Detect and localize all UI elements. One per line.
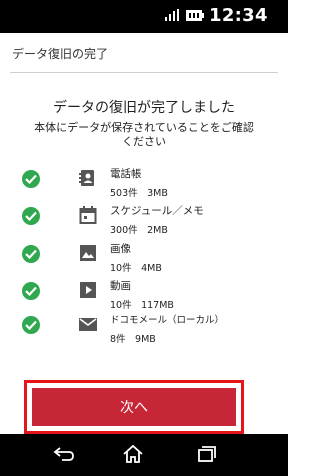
next-button[interactable]: 次へ (32, 388, 236, 426)
check-icon (22, 245, 40, 263)
page-title: データ復旧の完了 (12, 47, 109, 61)
image-icon (80, 245, 96, 261)
list-item: 画像 10件 4MB (0, 241, 288, 277)
item-count: 300件 2MB (110, 225, 168, 236)
list-item: 電話帳 503件 3MB (0, 166, 288, 202)
subtitle-line-1: 本体にデータが保存されていることをご確認 (34, 121, 254, 134)
item-name: 動画 (110, 280, 131, 292)
item-count: 10件 4MB (110, 263, 162, 274)
clock: 12:34 (209, 5, 268, 26)
item-count: 8件 9MB (110, 334, 156, 345)
completion-subtitle: 本体にデータが保存されていることをご確認 ください (0, 121, 288, 149)
check-icon (22, 207, 40, 225)
navigation-bar (0, 434, 288, 476)
mail-icon (79, 318, 97, 331)
item-count: 10件 117MB (110, 300, 174, 311)
completion-title: データの復旧が完了しました (53, 100, 235, 116)
battery-icon (186, 10, 204, 21)
video-icon (80, 282, 96, 298)
check-icon (22, 282, 40, 300)
header-divider (10, 72, 278, 73)
recent-apps-icon[interactable] (194, 444, 218, 464)
item-name: ドコモメール（ローカル） (110, 315, 225, 326)
check-icon (22, 170, 40, 188)
check-icon (22, 316, 40, 334)
status-bar: 12:34 (0, 0, 288, 33)
header: データ復旧の完了 (0, 33, 288, 73)
signal-icon (165, 9, 179, 21)
next-button-highlight: 次へ (24, 380, 244, 434)
item-name: 画像 (110, 243, 131, 255)
item-count: 503件 3MB (110, 188, 168, 199)
home-icon[interactable] (121, 444, 145, 464)
list-item: 動画 10件 117MB (0, 278, 288, 314)
subtitle-line-2: ください (122, 135, 166, 148)
contacts-icon (79, 170, 94, 186)
item-name: スケジュール／メモ (110, 205, 204, 217)
list-item: ドコモメール（ローカル） 8件 9MB (0, 312, 288, 348)
list-item: スケジュール／メモ 300件 2MB (0, 203, 288, 239)
calendar-icon (79, 206, 97, 224)
item-name: 電話帳 (110, 168, 142, 180)
back-icon[interactable] (52, 444, 76, 464)
